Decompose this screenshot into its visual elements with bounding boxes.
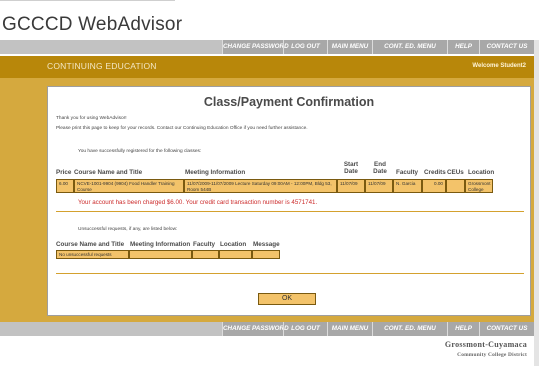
confirmation-panel: Class/Payment Confirmation Thank you for… (47, 86, 531, 316)
cell-meeting: 11/07/2009-11/07/2009 Lecture Saturday 0… (184, 179, 337, 193)
uns-header-course: Course Name and Title (56, 241, 125, 248)
uns-header-faculty: Faculty (193, 241, 216, 248)
col-header-start-date: Start Date (343, 161, 359, 175)
top-nav-bar: Change Password Log Out Main Menu Cont. … (0, 40, 534, 54)
nav-cont-ed-menu[interactable]: Cont. Ed. Menu (372, 40, 447, 54)
top-rule (0, 0, 175, 1)
print-note: Please print this page to keep for your … (56, 126, 308, 131)
uns-header-meeting: Meeting Information (130, 241, 191, 248)
registered-intro: You have successfully registered for the… (78, 149, 202, 154)
divider-bottom (56, 273, 524, 274)
cell-course: NCVE-1001-9904 (9904) Food Handler Train… (74, 179, 184, 193)
uns-cell-message (252, 250, 280, 259)
welcome-message: Welcome Student2 (472, 63, 526, 69)
nav-contact-us-bottom[interactable]: Contact Us (479, 322, 534, 336)
nav-main-menu[interactable]: Main Menu (327, 40, 372, 54)
col-header-faculty: Faculty (396, 169, 419, 176)
cell-price: 6.00 (56, 179, 74, 193)
nav-main-menu-bottom[interactable]: Main Menu (327, 322, 372, 336)
nav-contact-us[interactable]: Contact Us (479, 40, 534, 54)
content-area: Continuing Education Welcome Student2 Cl… (0, 56, 534, 322)
nav-left-strip (0, 40, 222, 54)
thanks-message: Thank you for using WebAdvisor! (56, 116, 127, 121)
uns-cell-location (219, 250, 252, 259)
app-title: GCCCD WebAdvisor (2, 14, 183, 35)
uns-header-location: Location (220, 241, 247, 248)
cell-credits: 0.00 (422, 179, 446, 193)
cell-faculty: N. Garcia (393, 179, 422, 193)
cell-end-date: 11/07/09 (365, 179, 393, 193)
uns-header-message: Message (253, 241, 280, 248)
col-header-price: Price (56, 169, 72, 176)
nav-change-password[interactable]: Change Password (222, 40, 289, 54)
col-header-ceus: CEUs (447, 169, 464, 176)
uns-cell-course: No unsuccessful requests (56, 250, 129, 259)
district-logo-line2: Community College District (457, 352, 527, 358)
uns-cell-faculty (192, 250, 219, 259)
col-header-end-date: End Date (373, 161, 387, 175)
cell-ceus (446, 179, 465, 193)
col-header-location: Location (468, 169, 495, 176)
nav-log-out[interactable]: Log Out (283, 40, 327, 54)
col-header-course: Course Name and Title (74, 169, 143, 176)
nav-change-password-bottom[interactable]: Change Password (222, 322, 289, 336)
col-header-credits: Credits (424, 169, 446, 176)
bottom-nav-bar: Change Password Log Out Main Menu Cont. … (0, 322, 534, 336)
charge-message: Your account has been charged $6.00. You… (78, 199, 318, 206)
cell-start-date: 11/07/09 (337, 179, 365, 193)
cell-location: Grossmont College (465, 179, 493, 193)
nav-log-out-bottom[interactable]: Log Out (283, 322, 327, 336)
page-shadow (534, 40, 539, 366)
nav-left-strip-bottom (0, 322, 222, 336)
uns-cell-meeting (129, 250, 192, 259)
nav-cont-ed-menu-bottom[interactable]: Cont. Ed. Menu (372, 322, 447, 336)
section-title: Continuing Education (47, 61, 157, 71)
section-header: Continuing Education Welcome Student2 (0, 56, 534, 78)
ok-button[interactable]: OK (258, 293, 316, 305)
divider-top (56, 211, 524, 212)
nav-help[interactable]: Help (447, 40, 479, 54)
unsuccessful-intro: Unsuccessful requests, if any, are liste… (78, 227, 178, 232)
district-logo-line1: Grossmont-Cuyamaca (444, 340, 527, 349)
page-title: Class/Payment Confirmation (203, 95, 375, 109)
col-header-meeting: Meeting Information (185, 169, 246, 176)
nav-help-bottom[interactable]: Help (447, 322, 479, 336)
